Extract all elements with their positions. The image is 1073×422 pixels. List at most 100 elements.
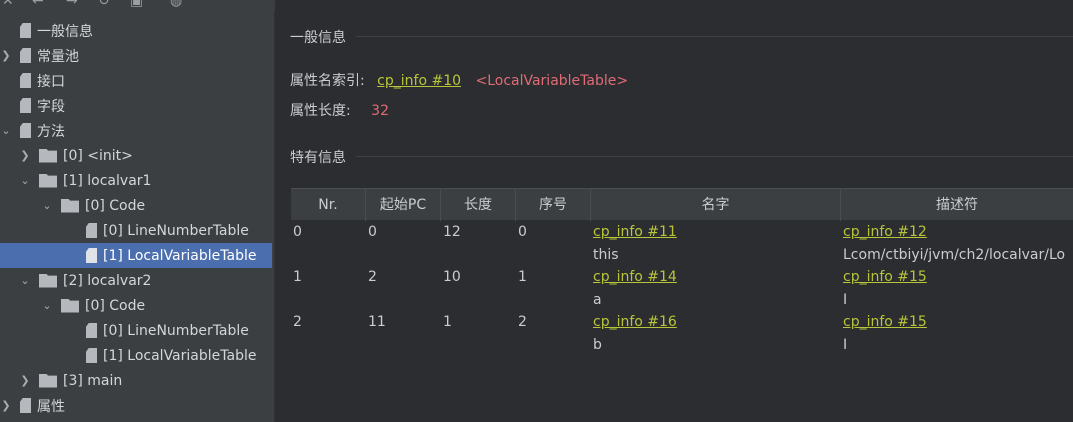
refresh-icon[interactable]: ↻ [98,0,110,9]
cell-name: this [593,247,619,263]
file-icon [20,48,31,63]
close-icon[interactable]: ✕ [2,0,14,9]
globe-icon[interactable]: ◍ [170,0,182,9]
cell-descriptor-link[interactable]: cp_info #15 [843,314,927,330]
save-icon[interactable]: ▣ [130,0,143,9]
tree-item-label: [0] <init> [63,147,133,164]
forward-icon[interactable]: → [66,0,78,9]
tree-item-label: [0] Code [85,197,146,214]
cell-nr: 0 [293,224,302,240]
file-icon [86,323,97,338]
tree-item-label: 属性 [37,398,65,415]
file-icon [20,123,31,138]
chevron-right-icon[interactable]: ❯ [19,149,31,162]
chevron-down-icon[interactable]: ⌄ [41,299,53,312]
tree-item-method-localvar1[interactable]: ⌄ [1] localvar1 [19,168,151,193]
tree-item-label: 方法 [37,123,65,140]
tree-item-code[interactable]: ⌄ [0] Code [41,293,145,318]
tree-item-attributes[interactable]: ❯ 属性 [0,393,65,418]
cell-start-pc: 11 [368,314,386,330]
tree-item-label: 字段 [37,98,65,115]
back-icon[interactable]: ← [32,0,44,9]
tree-item-local-variable-table[interactable]: [1] LocalVariableTable [74,343,256,368]
tree-item-label: 一般信息 [37,23,93,40]
chevron-down-icon[interactable]: ⌄ [19,174,31,187]
cell-length: 10 [443,269,461,285]
tree-item-label: [1] localvar1 [63,172,152,189]
tree-item-method-localvar2[interactable]: ⌄ [2] localvar2 [19,268,151,293]
folder-icon [39,273,57,288]
tree-item-label: 常量池 [37,48,79,65]
specific-info-title: 特有信息 [290,150,346,166]
chevron-down-icon[interactable]: ⌄ [41,199,53,212]
divider [356,156,1073,157]
tree-item-line-number-table[interactable]: [0] LineNumberTable [74,218,249,243]
folder-icon [39,373,57,388]
cell-descriptor-link[interactable]: cp_info #15 [843,269,927,285]
tree-item-label: [0] Code [85,297,146,314]
folder-icon [61,198,79,213]
cell-length: 1 [443,314,452,330]
tree-item-local-variable-table-selected[interactable]: [1] LocalVariableTable [0,243,272,268]
tree-item-line-number-table[interactable]: [0] LineNumberTable [74,318,249,343]
file-icon [86,348,97,363]
tree-item-method-init[interactable]: ❯ [0] <init> [19,143,133,168]
column-header-index[interactable]: 序号 [516,189,591,221]
folder-icon [39,173,57,188]
attr-name-value: <LocalVariableTable> [475,73,629,89]
cell-descriptor: I [843,337,848,353]
tree-item-fields[interactable]: 字段 [4,93,65,118]
tree-item-label: [0] LineNumberTable [103,222,249,239]
column-header-start-pc[interactable]: 起始PC [366,189,441,221]
tree-item-constant-pool[interactable]: ❯ 常量池 [0,43,79,68]
column-header-nr[interactable]: Nr. [291,189,366,221]
column-header-length[interactable]: 长度 [441,189,516,221]
chevron-down-icon[interactable]: ⌄ [19,274,31,287]
cell-length: 12 [443,224,461,240]
cell-nr: 2 [293,314,302,330]
general-info-title: 一般信息 [290,30,346,46]
attr-length-row: 属性长度: 32 [290,100,389,120]
cell-descriptor: I [843,292,848,308]
attr-name-index-row: 属性名索引: cp_info #10 <LocalVariableTable> [290,70,628,90]
toolbar: ✕ ← → ↻ ▣ ◍ [0,0,275,10]
tree-item-interfaces[interactable]: 接口 [4,68,65,93]
attr-length-value: 32 [371,103,389,119]
chevron-down-icon[interactable]: ⌄ [0,124,12,137]
class-tree: 一般信息 ❯ 常量池 接口 字段 ⌄ 方法 ❯ [0] <init> ⌄ [1]… [0,10,275,422]
file-icon [20,98,31,113]
chevron-right-icon[interactable]: ❯ [0,49,12,62]
file-icon [20,398,31,413]
file-icon [20,73,31,88]
cell-name-link[interactable]: cp_info #16 [593,314,677,330]
cell-start-pc: 2 [368,269,377,285]
cell-descriptor-link[interactable]: cp_info #12 [843,224,927,240]
tree-item-label: [1] LocalVariableTable [103,347,257,364]
cell-nr: 1 [293,269,302,285]
attr-name-link[interactable]: cp_info #10 [377,73,461,89]
folder-icon [39,148,57,163]
cell-name-link[interactable]: cp_info #11 [593,224,677,240]
tree-item-general-info[interactable]: 一般信息 [4,18,93,43]
tree-item-label: [0] LineNumberTable [103,322,249,339]
cell-index: 2 [518,314,527,330]
cell-name: b [593,337,602,353]
tree-item-label: [1] LocalVariableTable [103,247,257,264]
cell-index: 0 [518,224,527,240]
attr-length-label: 属性长度: [290,103,351,119]
tree-item-methods[interactable]: ⌄ 方法 [0,118,65,143]
chevron-right-icon[interactable]: ❯ [0,399,12,412]
cell-start-pc: 0 [368,224,377,240]
local-variable-table: Nr. 起始PC 长度 序号 名字 描述符 0 0 12 0 cp_info #… [291,188,1073,422]
cell-name-link[interactable]: cp_info #14 [593,269,677,285]
tree-item-code[interactable]: ⌄ [0] Code [41,193,145,218]
cell-name: a [593,292,602,308]
column-header-descriptor[interactable]: 描述符 [841,189,1073,221]
column-header-name[interactable]: 名字 [591,189,841,221]
cell-index: 1 [518,269,527,285]
chevron-right-icon[interactable]: ❯ [19,374,31,387]
file-icon [20,23,31,38]
folder-icon [61,298,79,313]
divider [356,36,1073,37]
tree-item-method-main[interactable]: ❯ [3] main [19,368,122,393]
